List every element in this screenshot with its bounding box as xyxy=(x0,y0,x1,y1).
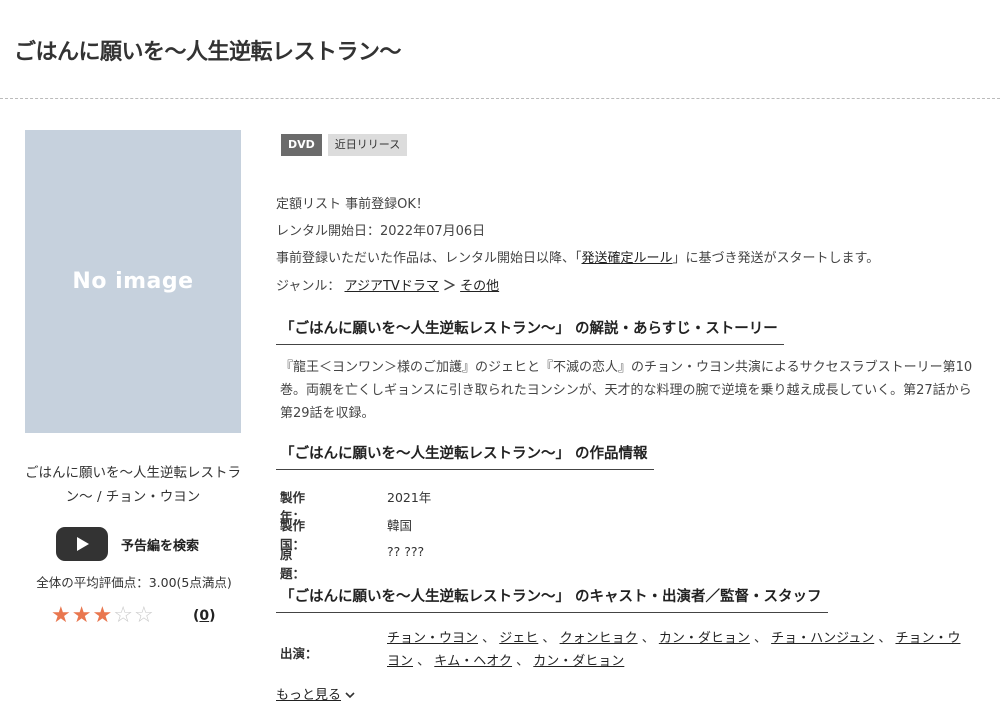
shipping-rule-link[interactable]: 発送確定ルール xyxy=(582,251,673,266)
cast-separator: 、 xyxy=(749,631,772,646)
list-registration-text: 定額リスト 事前登録OK！ xyxy=(276,197,429,212)
spec-value: 韓国 xyxy=(387,518,413,533)
star-empty-icon: ☆ xyxy=(113,603,133,628)
no-image-placeholder: No image xyxy=(25,130,241,433)
story-section-heading: 「ごはんに願いを〜人生逆転レストラン〜」 の解説・あらすじ・ストーリー xyxy=(276,317,784,345)
no-image-text: No image xyxy=(72,269,194,294)
genre-separator: ＞ xyxy=(442,279,456,294)
cast-member-link[interactable]: ジェヒ xyxy=(499,631,538,646)
cast-separator: 、 xyxy=(538,631,560,646)
shipping-notice-prefix: 事前登録いただいた作品は、レンタル開始日以降、「 xyxy=(276,251,582,266)
coming-soon-badge: 近日リリース xyxy=(327,134,408,156)
work-info-heading: 「ごはんに願いを〜人生逆転レストラン〜」 の作品情報 xyxy=(276,442,654,470)
star-filled-icon: ★ xyxy=(71,603,92,628)
cast-section-heading: 「ごはんに願いを〜人生逆転レストラン〜」 のキャスト・出演者／監督・スタッフ xyxy=(276,585,828,613)
left-item-title: ごはんに願いを〜人生逆転レストラン〜 / チョン・ウヨン xyxy=(25,465,241,505)
review-count-link[interactable]: 0 xyxy=(199,608,209,624)
genre-row: ジャンル： アジアTVドラマ ＞ その他 xyxy=(276,275,499,294)
average-rating-text: 全体の平均評価点：3.00(5点満点) xyxy=(36,575,232,590)
cast-separator: 、 xyxy=(637,631,659,646)
show-more-link[interactable]: もっと見る xyxy=(276,684,355,703)
star-filled-icon: ★ xyxy=(51,603,71,628)
cast-separator: 、 xyxy=(512,654,534,669)
genre-label: ジャンル： xyxy=(276,279,341,294)
cast-separator: 、 xyxy=(413,654,435,669)
rental-start-date: レンタル開始日：2022年07月06日 xyxy=(276,224,486,239)
shipping-notice: 事前登録いただいた作品は、レンタル開始日以降、「発送確定ルール」に基づき発送がス… xyxy=(276,247,879,266)
cast-member-link[interactable]: キム・ヘオク xyxy=(434,654,512,669)
trailer-search-button[interactable]: 予告編を検索 xyxy=(56,527,199,561)
play-icon xyxy=(56,527,108,561)
dvd-badge: DVD xyxy=(281,134,322,156)
format-badges: DVD 近日リリース xyxy=(281,134,408,156)
shipping-notice-suffix: 」に基づき発送がスタートします。 xyxy=(672,251,880,266)
cast-member-link[interactable]: カン・ダヒョン xyxy=(659,631,750,646)
chevron-down-icon xyxy=(345,688,355,703)
spec-label: 原題： xyxy=(280,547,306,581)
trailer-search-label: 予告編を検索 xyxy=(121,538,200,554)
cast-label: 出演： xyxy=(280,646,318,661)
star-filled-icon: ★ xyxy=(92,603,113,628)
title-divider xyxy=(0,98,1000,99)
spec-value: ?? ??? xyxy=(387,544,425,559)
cast-member-link[interactable]: チョ・ハンジュン xyxy=(771,631,874,646)
genre-link-asian-tv-drama[interactable]: アジアTVドラマ xyxy=(345,279,439,294)
cast-member-link[interactable]: カン・ダヒョン xyxy=(533,654,624,669)
cast-list: チョン・ウヨン 、 ジェヒ 、 クォンヒョク 、 カン・ダヒョン 、 チョ・ハン… xyxy=(387,627,972,673)
cast-member-link[interactable]: チョン・ウヨン xyxy=(387,631,478,646)
spec-value: 2021年 xyxy=(387,490,432,505)
page-title: ごはんに願いを〜人生逆転レストラン〜 xyxy=(14,40,402,65)
story-text: 『龍王＜ヨンワン＞様のご加護』のジェヒと『不滅の恋人』のチョン・ウヨン共演による… xyxy=(280,360,973,421)
star-rating: ★ ★ ★ ☆ ☆ xyxy=(51,604,155,628)
review-count[interactable]: (0) xyxy=(193,608,216,624)
cast-separator: 、 xyxy=(478,631,500,646)
show-more-label: もっと見る xyxy=(276,688,342,703)
star-empty-icon: ☆ xyxy=(133,603,154,628)
genre-link-other[interactable]: その他 xyxy=(460,279,499,294)
cast-separator: 、 xyxy=(874,631,896,646)
cast-member-link[interactable]: クォンヒョク xyxy=(560,631,638,646)
